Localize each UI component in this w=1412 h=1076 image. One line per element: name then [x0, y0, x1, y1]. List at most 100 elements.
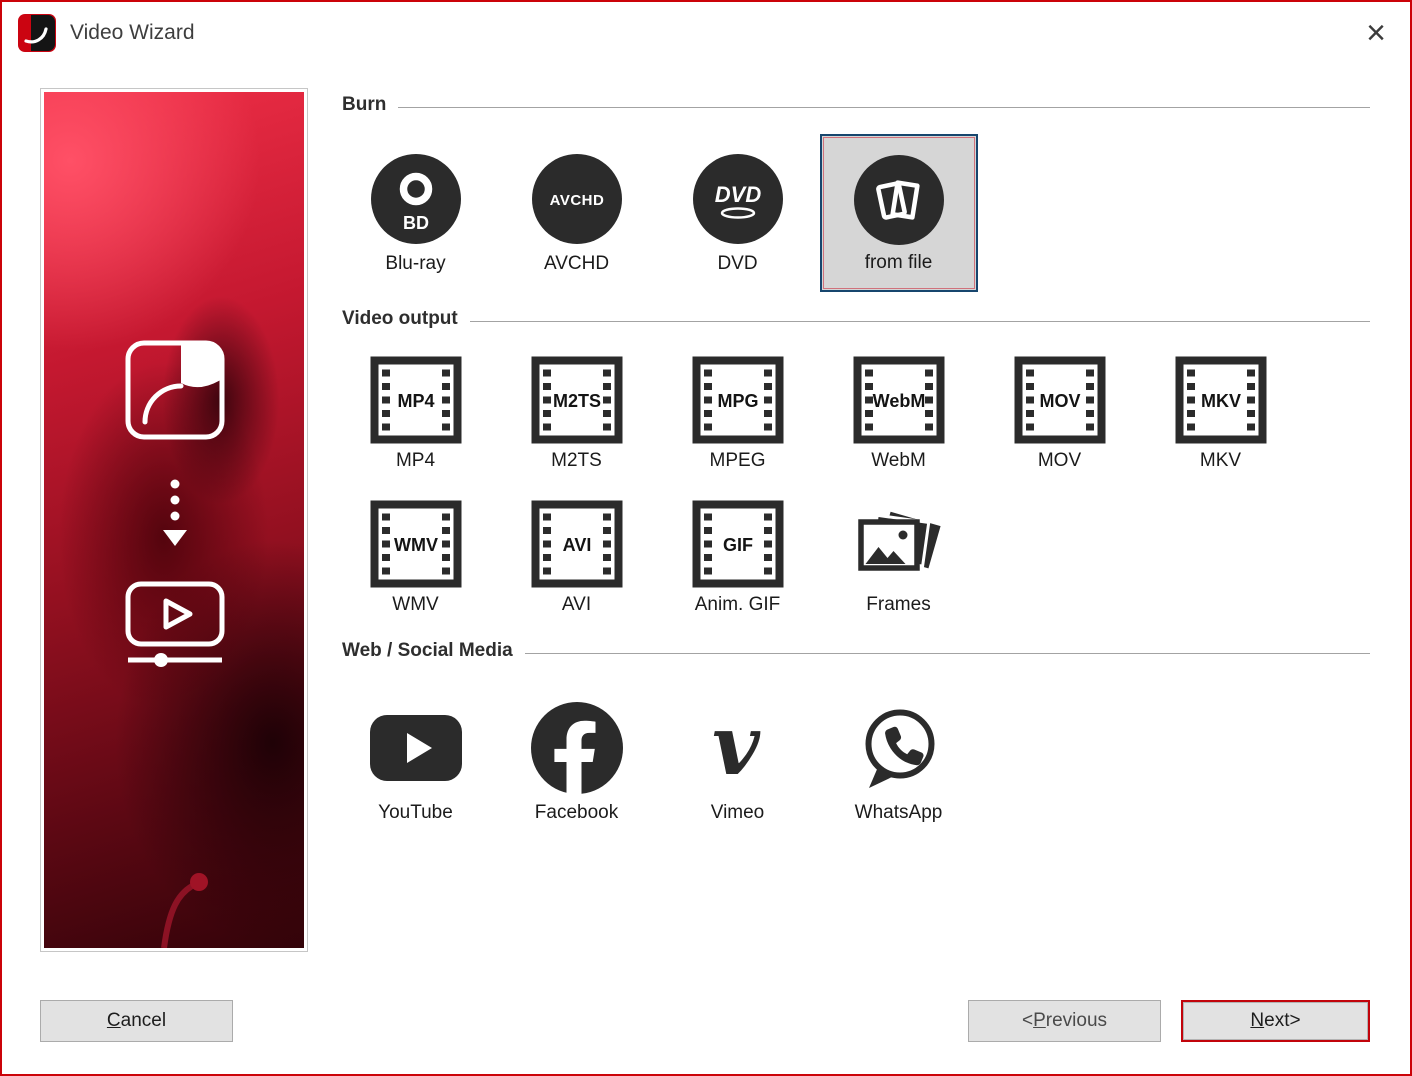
window-title: Video Wizard: [70, 21, 195, 45]
output-option-wmv[interactable]: WMV WMV: [335, 500, 496, 616]
output-option-mpeg[interactable]: MPG MPEG: [657, 356, 818, 472]
burn-option-from-file[interactable]: from file: [818, 134, 979, 292]
photos-icon: [128, 343, 222, 437]
avchd-disc-icon: AVCHD: [529, 151, 625, 247]
video-output-section-header: Video output: [342, 308, 1370, 330]
section-divider: [525, 653, 1370, 662]
output-option-avi[interactable]: AVI AVI: [496, 500, 657, 616]
burn-options-grid: BD Blu-ray AVCHD AVCHD DVD: [335, 134, 1370, 292]
next-button-label: Next: [1250, 1010, 1289, 1032]
previous-button-prefix: <: [1022, 1010, 1033, 1032]
video-wizard-dialog: Video Wizard ×: [0, 0, 1412, 1076]
flower-photo: [44, 92, 304, 948]
burn-option-bluray[interactable]: BD Blu-ray: [335, 151, 496, 275]
svg-text:MOV: MOV: [1039, 391, 1080, 411]
svg-text:AVI: AVI: [562, 535, 591, 555]
output-option-frames[interactable]: Frames: [818, 500, 979, 616]
previous-button[interactable]: < Previous: [968, 1000, 1161, 1042]
workflow-overlay-icons: [44, 92, 304, 948]
selected-option-tile[interactable]: from file: [820, 134, 978, 292]
svg-text:GIF: GIF: [723, 535, 753, 555]
social-section-title: Web / Social Media: [342, 640, 513, 662]
title-bar: Video Wizard ×: [2, 2, 1410, 64]
social-option-label: Vimeo: [711, 802, 765, 824]
preview-panel: [40, 88, 308, 952]
dialog-footer: Cancel < Previous Next >: [40, 1000, 1370, 1042]
next-button-suffix: >: [1289, 1010, 1300, 1032]
facebook-icon: [529, 700, 625, 796]
burn-section-header: Burn: [342, 94, 1370, 116]
svg-text:v: v: [712, 700, 761, 794]
from-file-icon: [851, 152, 947, 248]
filmstrip-icon: WMV: [370, 500, 462, 588]
output-option-mp4[interactable]: MP4 MP4: [335, 356, 496, 472]
social-section-header: Web / Social Media: [342, 640, 1370, 662]
dvd-disc-icon: DVD: [690, 151, 786, 247]
bluray-disc-icon: BD: [368, 151, 464, 247]
filmstrip-icon: GIF: [692, 500, 784, 588]
output-option-label: MP4: [396, 450, 435, 472]
section-divider: [398, 107, 1370, 116]
output-option-label: M2TS: [551, 450, 602, 472]
vimeo-icon: v: [690, 700, 786, 796]
social-option-whatsapp[interactable]: WhatsApp: [818, 700, 979, 824]
output-option-mkv[interactable]: MKV MKV: [1140, 356, 1301, 472]
output-option-label: WebM: [871, 450, 926, 472]
svg-text:DVD: DVD: [714, 182, 761, 207]
output-option-anim-gif[interactable]: GIF Anim. GIF: [657, 500, 818, 616]
video-output-section-title: Video output: [342, 308, 458, 330]
flower-stem: [164, 884, 196, 948]
social-option-label: YouTube: [378, 802, 453, 824]
filmstrip-icon: M2TS: [531, 356, 623, 444]
output-option-label: MOV: [1038, 450, 1081, 472]
filmstrip-icon: MPG: [692, 356, 784, 444]
social-option-label: Facebook: [535, 802, 618, 824]
svg-text:MKV: MKV: [1201, 391, 1241, 411]
social-option-facebook[interactable]: Facebook: [496, 700, 657, 824]
frames-stack-icon: [853, 500, 945, 588]
svg-text:BD: BD: [403, 213, 429, 233]
svg-text:MPG: MPG: [717, 391, 758, 411]
filmstrip-icon: MKV: [1175, 356, 1267, 444]
arrow-down-icon: [163, 480, 187, 547]
burn-option-label: DVD: [717, 253, 757, 275]
dialog-body: Burn BD Blu-ray AVCHD: [2, 64, 1410, 952]
output-option-label: AVI: [562, 594, 591, 616]
svg-text:WebM: WebM: [872, 391, 925, 411]
next-button[interactable]: Next >: [1181, 1000, 1370, 1042]
youtube-icon: [368, 700, 464, 796]
section-divider: [470, 321, 1370, 330]
output-option-label: MKV: [1200, 450, 1241, 472]
video-output-grid: MP4 MP4 M2TS M2TS MPG MPEG: [335, 356, 1370, 616]
output-option-label: Frames: [866, 594, 930, 616]
burn-section-title: Burn: [342, 94, 386, 116]
svg-text:M2TS: M2TS: [552, 391, 600, 411]
filmstrip-icon: AVI: [531, 500, 623, 588]
close-icon[interactable]: ×: [1366, 16, 1386, 50]
output-option-mov[interactable]: MOV MOV: [979, 356, 1140, 472]
output-option-label: WMV: [392, 594, 438, 616]
burn-option-label: AVCHD: [544, 253, 609, 275]
burn-option-avchd[interactable]: AVCHD AVCHD: [496, 151, 657, 275]
burn-option-label: Blu-ray: [385, 253, 445, 275]
burn-option-label: from file: [865, 252, 933, 274]
svg-text:WMV: WMV: [394, 535, 438, 555]
output-option-m2ts[interactable]: M2TS M2TS: [496, 356, 657, 472]
social-grid: YouTube Facebook v Vimeo: [335, 700, 1370, 824]
svg-text:AVCHD: AVCHD: [549, 192, 604, 209]
cancel-button[interactable]: Cancel: [40, 1000, 233, 1042]
burn-option-dvd[interactable]: DVD DVD: [657, 151, 818, 275]
output-option-label: Anim. GIF: [695, 594, 781, 616]
app-logo-icon: [18, 14, 56, 52]
social-option-vimeo[interactable]: v Vimeo: [657, 700, 818, 824]
output-option-label: MPEG: [710, 450, 766, 472]
video-player-icon: [128, 584, 222, 667]
filmstrip-icon: WebM: [853, 356, 945, 444]
filmstrip-icon: MP4: [370, 356, 462, 444]
output-option-webm[interactable]: WebM WebM: [818, 356, 979, 472]
cancel-button-label: Cancel: [107, 1010, 166, 1032]
social-option-youtube[interactable]: YouTube: [335, 700, 496, 824]
svg-text:MP4: MP4: [397, 391, 434, 411]
filmstrip-icon: MOV: [1014, 356, 1106, 444]
wizard-options: Burn BD Blu-ray AVCHD: [342, 88, 1370, 952]
